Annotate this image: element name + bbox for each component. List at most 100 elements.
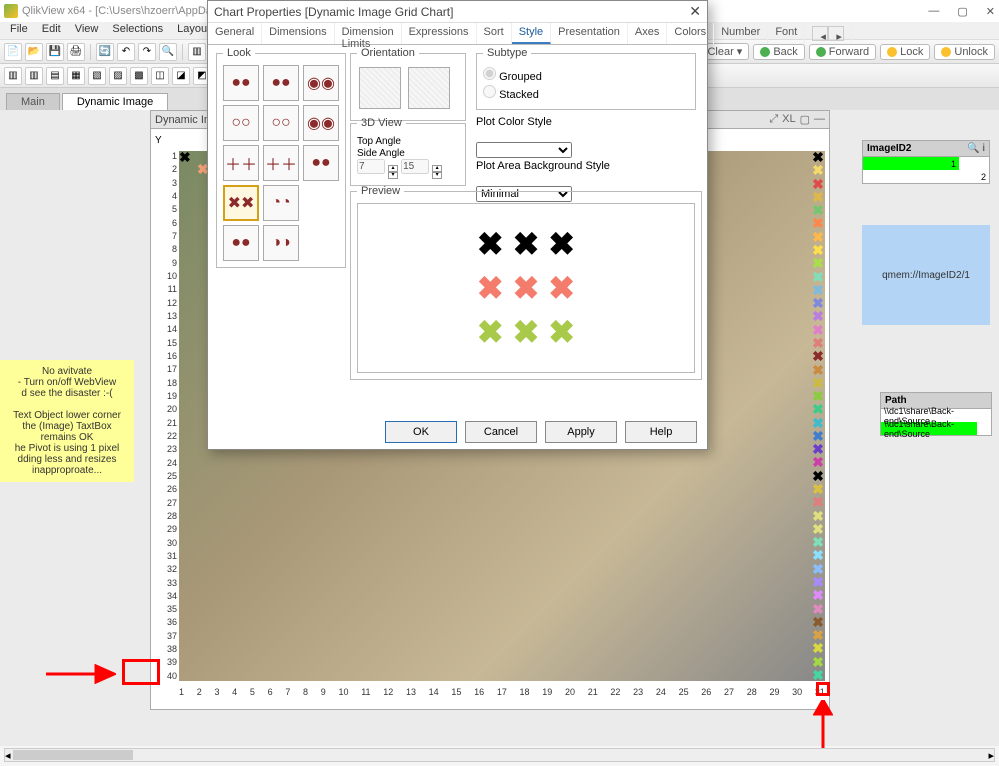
side-angle-input [401,159,429,174]
look-option[interactable]: ●● [303,145,339,181]
tab-colors[interactable]: Colors [667,23,714,44]
close-icon[interactable]: ✕ [986,5,995,18]
tb2-i-icon[interactable]: ◪ [172,67,190,85]
tab-main[interactable]: Main [6,93,60,110]
tab-presentation[interactable]: Presentation [551,23,628,44]
annotation-arrow-left [46,664,116,684]
dialog-tabs: General Dimensions Dimension Limits Expr… [208,23,707,45]
tb-print-icon[interactable]: 🖨 [67,43,85,61]
tab-axes[interactable]: Axes [628,23,667,44]
cancel-button[interactable]: Cancel [465,421,537,443]
tab-scroll-right-icon[interactable]: ▸ [828,26,844,41]
menu-selections[interactable]: Selections [106,22,169,39]
tb2-g-icon[interactable]: ▩ [130,67,148,85]
tb2-b-icon[interactable]: ▥ [25,67,43,85]
radio-grouped [483,67,496,80]
list-item[interactable]: 1 [863,157,959,170]
radio-stacked [483,85,496,98]
help-button[interactable]: Help [625,421,697,443]
look-option[interactable]: ●● [263,65,299,101]
look-option[interactable]: ○○ [263,105,299,141]
tb-chart-icon[interactable]: ▥ [188,43,206,61]
tab-sort[interactable]: Sort [477,23,512,44]
tb-reload-icon[interactable]: 🔄 [96,43,114,61]
look-option[interactable]: ◔◔ [263,185,299,221]
look-option-selected[interactable]: ✖✖ [223,185,259,221]
tb-save-icon[interactable]: 💾 [46,43,64,61]
tb2-a-icon[interactable]: ▥ [4,67,22,85]
apply-button[interactable]: Apply [545,421,617,443]
group-subtype: Subtype Grouped Stacked [476,47,696,110]
minimize-icon[interactable]: — [928,5,939,18]
list-item[interactable]: \\dc1\share\Back-end\Source [881,422,977,435]
tb2-c-icon[interactable]: ▤ [46,67,64,85]
dialog-chart-properties: Chart Properties [Dynamic Image Grid Cha… [207,0,708,450]
unlock-button[interactable]: Unlock [934,44,995,60]
tb2-e-icon[interactable]: ▧ [88,67,106,85]
label-plot-bg: Plot Area Background Style [476,160,696,172]
chart-min-icon[interactable]: — [814,113,825,126]
spin-down-icon[interactable]: ▾ [432,172,442,179]
ok-button[interactable]: OK [385,421,457,443]
tb-open-icon[interactable]: 📂 [25,43,43,61]
listbox-title: ImageID2 [867,143,911,154]
scroll-thumb[interactable] [13,750,133,760]
top-angle-input [357,159,385,174]
dialog-close-icon[interactable]: ✕ [689,3,701,20]
select-plot-color[interactable] [476,142,572,158]
scroll-left-icon[interactable]: ◂ [5,749,11,762]
maximize-icon[interactable]: ▢ [957,5,967,18]
search-icon[interactable]: 🔍 i [967,143,985,154]
spin-up-icon[interactable]: ▴ [432,165,442,172]
spin-up-icon[interactable]: ▴ [388,165,398,172]
tab-font[interactable]: Font [768,23,805,44]
tab-dynamic-image[interactable]: Dynamic Image [62,93,168,110]
tb-redo-icon[interactable]: ↷ [138,43,156,61]
orientation-horizontal[interactable] [408,67,450,109]
scroll-right-icon[interactable]: ▸ [988,749,994,762]
tab-scroll-left-icon[interactable]: ◂ [812,26,828,41]
tab-dimensions[interactable]: Dimensions [262,23,334,44]
look-option[interactable]: ○○ [223,105,259,141]
tab-general[interactable]: General [208,23,262,44]
listbox-path[interactable]: Path \\dc1\share\Back-end\Source \\dc1\s… [880,392,992,436]
chart-max-icon[interactable]: ▢ [800,113,810,126]
back-button[interactable]: Back [753,44,804,60]
chart-detach-icon[interactable]: ⤢ [769,113,778,126]
y-axis-label: Y [155,135,162,146]
look-option[interactable]: ◉◉ [303,65,339,101]
tab-style[interactable]: Style [512,23,551,44]
tab-number[interactable]: Number [714,23,768,44]
orientation-vertical[interactable] [359,67,401,109]
listbox-imageid2[interactable]: ImageID2 🔍 i 1 2 [862,140,990,184]
look-option[interactable]: ◑◑ [263,225,299,261]
look-option[interactable]: ●● [223,65,259,101]
forward-icon [816,47,826,57]
forward-button[interactable]: Forward [809,44,876,60]
list-item[interactable]: 2 [863,170,989,183]
horizontal-scrollbar[interactable]: ◂ ▸ [4,748,995,762]
look-option[interactable]: ◉◉ [303,105,339,141]
tb-undo-icon[interactable]: ↶ [117,43,135,61]
group-orientation: Orientation [350,47,466,121]
tb2-h-icon[interactable]: ◫ [151,67,169,85]
tab-dimension-limits[interactable]: Dimension Limits [335,23,402,44]
look-option[interactable]: ＋＋ [263,145,299,181]
dialog-title: Chart Properties [Dynamic Image Grid Cha… [214,5,453,19]
chart-xl-icon[interactable]: XL [782,113,795,126]
menu-view[interactable]: View [69,22,105,39]
spin-down-icon[interactable]: ▾ [388,172,398,179]
menu-file[interactable]: File [4,22,34,39]
tb2-d-icon[interactable]: ▦ [67,67,85,85]
menu-edit[interactable]: Edit [36,22,67,39]
look-option[interactable]: ＋＋ [223,145,259,181]
dialog-titlebar[interactable]: Chart Properties [Dynamic Image Grid Cha… [208,1,707,23]
data-point: ✖ [179,151,191,163]
tb-new-icon[interactable]: 📄 [4,43,22,61]
lock-button[interactable]: Lock [880,44,930,60]
tab-expressions[interactable]: Expressions [402,23,477,44]
tb2-f-icon[interactable]: ▨ [109,67,127,85]
tb-search-icon[interactable]: 🔍 [159,43,177,61]
look-option[interactable]: ●● [223,225,259,261]
annotation-arrow-up [813,700,833,750]
